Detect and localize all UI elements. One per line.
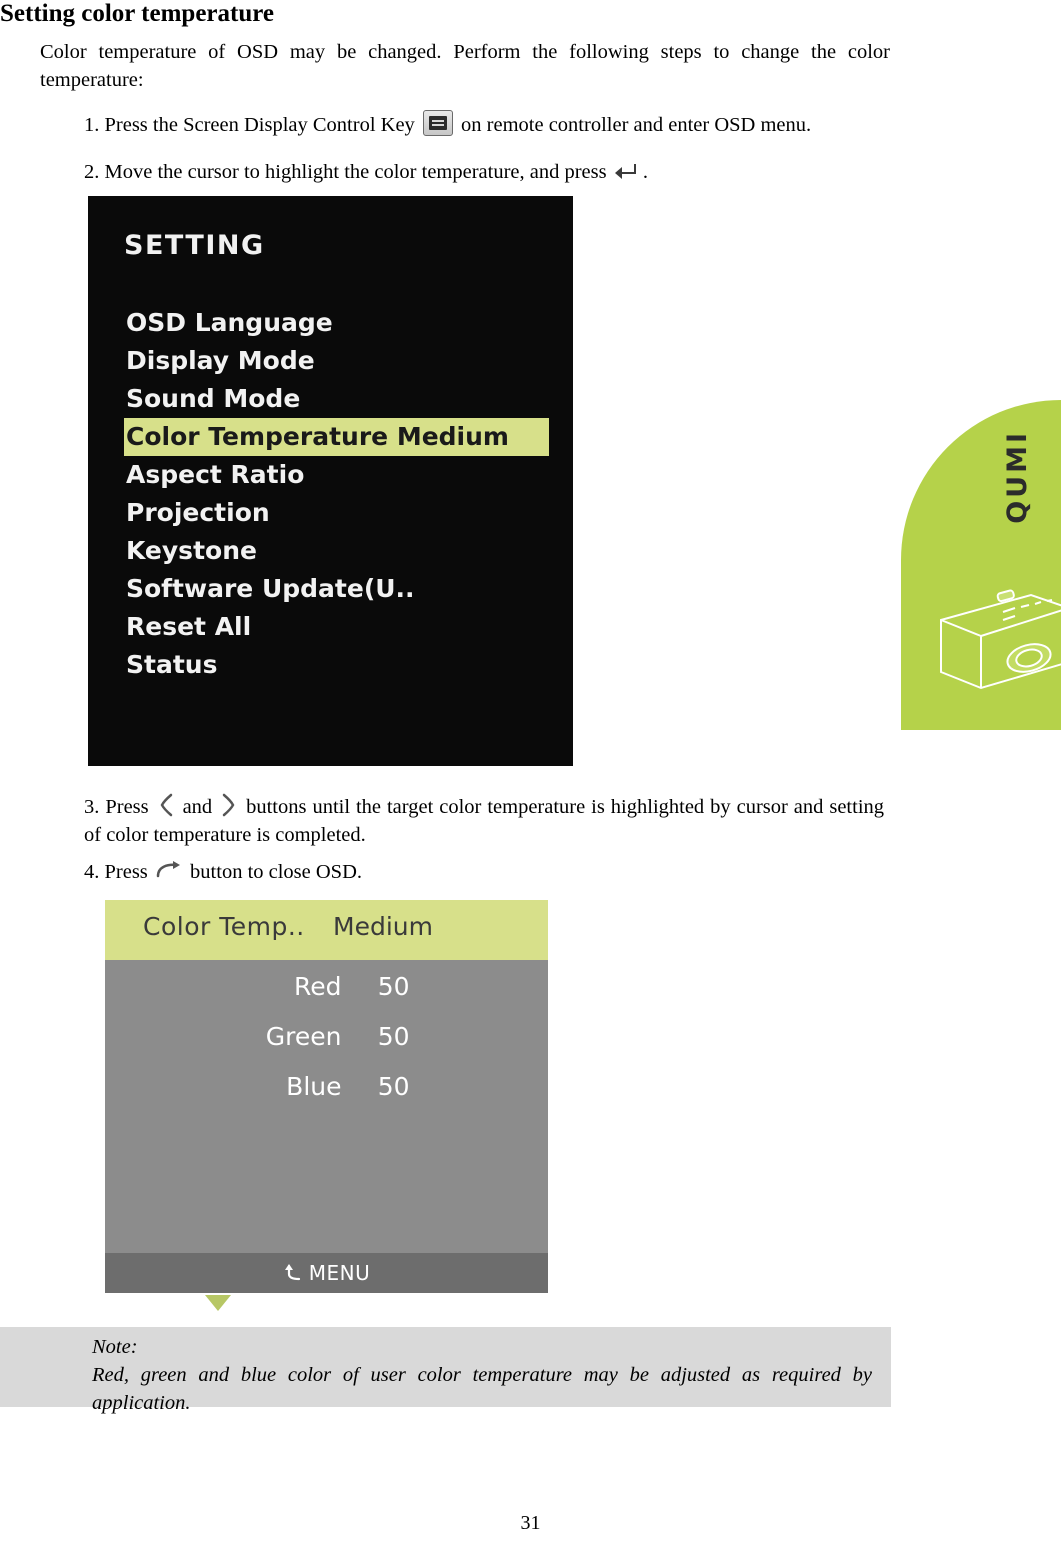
osd-setting-title: SETTING xyxy=(124,230,265,261)
osd-row-green-label: Green xyxy=(265,1022,342,1051)
step-3-text-a: 3. Press xyxy=(84,796,149,818)
step-3: 3. Press and buttons until the target co… xyxy=(84,792,884,849)
note-content: Note: Red, green and blue color of user … xyxy=(92,1333,872,1417)
step-4-text-a: 4. Press xyxy=(84,861,148,883)
projector-illustration xyxy=(940,589,1061,690)
osd-color-temp-value: Medium xyxy=(333,912,433,941)
osd-item-keystone: Keystone xyxy=(126,536,257,565)
osd-item-osd-language: OSD Language xyxy=(126,308,333,337)
step-1-text-b: on remote controller and enter OSD menu. xyxy=(461,114,812,136)
osd-color-temp-footer: MENU xyxy=(105,1253,548,1293)
osd-item-color-temperature: Color Temperature Medium xyxy=(124,418,549,456)
osd-color-temp-header: Color Temp.. Medium xyxy=(105,900,548,960)
osd-menu-key-icon xyxy=(422,110,453,136)
down-arrow-icon xyxy=(205,1295,231,1311)
osd-row-red: Red 50 xyxy=(105,962,548,1012)
osd-row-green-value: 50 xyxy=(377,1022,410,1051)
step-2: 2. Move the cursor to highlight the colo… xyxy=(84,158,884,186)
osd-row-blue: Blue 50 xyxy=(105,1062,548,1112)
step-1: 1. Press the Screen Display Control Key … xyxy=(84,110,884,139)
intro-paragraph: Color temperature of OSD may be changed.… xyxy=(40,41,890,91)
back-arrow-icon xyxy=(153,860,185,882)
brand-label: QUMI xyxy=(1002,430,1033,524)
osd-item-projection: Projection xyxy=(126,498,270,527)
page-title: Setting color temperature xyxy=(0,0,274,27)
osd-color-temp-rows: Red 50 Green 50 Blue 50 xyxy=(105,962,548,1112)
note-title: Note: xyxy=(92,1336,138,1358)
osd-color-temp-label: Color Temp.. xyxy=(143,912,305,941)
menu-back-arrow-icon xyxy=(284,1264,300,1281)
left-chevron-icon xyxy=(155,792,177,818)
step-2-text-b: . xyxy=(642,161,648,183)
osd-row-blue-value: 50 xyxy=(377,1072,410,1101)
step-3-text-b: and xyxy=(182,796,213,818)
osd-color-temp-screenshot: Color Temp.. Medium Red 50 Green 50 Blue 50… xyxy=(105,900,548,1293)
osd-item-sound-mode: Sound Mode xyxy=(126,384,301,413)
osd-row-blue-label: Blue xyxy=(286,1072,342,1101)
osd-menu-label: MENU xyxy=(308,1261,371,1285)
step-1-text-a: 1. Press the Screen Display Control Key xyxy=(84,114,415,136)
osd-row-green: Green 50 xyxy=(105,1012,548,1062)
osd-row-red-value: 50 xyxy=(377,972,410,1001)
osd-item-status: Status xyxy=(126,650,218,679)
osd-setting-screenshot: SETTING OSD Language Display Mode Sound … xyxy=(88,196,573,766)
right-chevron-icon xyxy=(218,792,240,818)
note-body: Red, green and blue color of user color … xyxy=(92,1364,872,1414)
note-box: Note: Red, green and blue color of user … xyxy=(0,1327,891,1414)
side-tab-brand-banner: QUMI xyxy=(901,400,1061,730)
osd-item-display-mode: Display Mode xyxy=(126,346,315,375)
enter-arrow-icon xyxy=(612,161,638,181)
page-number: 31 xyxy=(520,1512,541,1534)
osd-item-aspect-ratio: Aspect Ratio xyxy=(126,460,305,489)
step-2-text-a: 2. Move the cursor to highlight the colo… xyxy=(84,161,607,183)
osd-row-red-label: Red xyxy=(294,972,342,1001)
osd-item-reset-all: Reset All xyxy=(126,612,252,641)
step-4-text-b: button to close OSD. xyxy=(190,861,363,883)
document-page: QUMI Setting color temperature Color tem… xyxy=(0,0,1061,1553)
osd-setting-list: OSD Language Display Mode Sound Mode Col… xyxy=(124,304,564,684)
step-4: 4. Press button to close OSD. xyxy=(84,858,884,886)
osd-item-software-update: Software Update(U.. xyxy=(126,574,415,603)
